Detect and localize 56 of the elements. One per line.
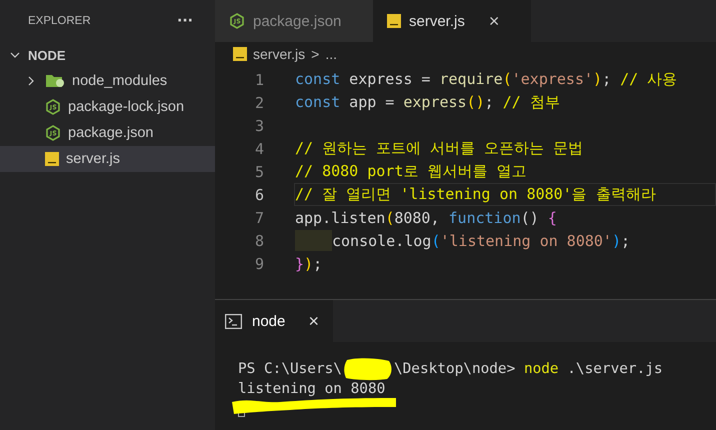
close-icon[interactable]: × [488, 10, 500, 32]
line-number: 2 [254, 94, 264, 112]
breadcrumb-item[interactable]: server.js [253, 46, 306, 62]
file-name: node_modules [72, 73, 168, 89]
code-line: app.listen(8080, function() { [295, 208, 557, 226]
line-number: 5 [254, 162, 264, 180]
chevron-icon [26, 76, 36, 86]
line-number: 8 [254, 232, 264, 250]
chevron-icon [10, 50, 20, 60]
terminal-tab[interactable]: node × [215, 300, 333, 342]
terminal-text: listening on 8080 [238, 381, 386, 397]
terminal-text: \Desktop\node> [394, 361, 516, 377]
node-hexagon-icon [45, 99, 61, 115]
editor-tab[interactable]: package.json [215, 0, 373, 42]
code-line: // 8080 port로 웹서버를 열고 [295, 162, 526, 181]
highlighter-scribble [342, 357, 393, 381]
code-line: // 잘 열리면 'listening on 8080'을 출력해라 [295, 185, 656, 204]
tab-label: node [252, 312, 286, 330]
breadcrumb-item[interactable]: ... [325, 46, 337, 62]
node-hexagon-icon [45, 125, 61, 141]
code-line: const express = require('express'); // 사용 [295, 70, 678, 89]
code-line: }); [295, 254, 322, 272]
terminal-text: .\server.js [566, 361, 663, 377]
line-number: 1 [254, 70, 264, 88]
file-name: server.js [66, 151, 120, 167]
node-hexagon-icon [229, 13, 245, 29]
line-number: 6 [254, 186, 264, 204]
code-line: const app = express(); // 첨부 [295, 93, 560, 112]
code-line: // 원하는 포트에 서버를 오픈하는 문법 [295, 139, 584, 158]
folder-header[interactable]: NODE [0, 42, 215, 68]
line-number: 4 [254, 140, 264, 158]
file-tree-item[interactable]: package-lock.json [0, 94, 215, 120]
file-name: package.json [68, 125, 154, 141]
terminal-icon [225, 314, 242, 328]
file-tree-item[interactable]: package.json [0, 120, 215, 146]
close-icon[interactable]: × [308, 310, 319, 332]
sidebar-title: EXPLORER [28, 15, 91, 27]
tab-label: package.json [253, 12, 342, 30]
line-number: 9 [254, 254, 264, 272]
code-line: console.log('listening on 8080'); [332, 232, 630, 250]
line-number: 7 [254, 208, 264, 226]
js-file-icon [233, 47, 247, 61]
js-file-icon [387, 14, 401, 28]
breadcrumb-separator: > [311, 46, 320, 62]
editor-tab[interactable]: server.js × [373, 0, 531, 42]
file-name: package-lock.json [68, 99, 184, 115]
folder-icon [45, 73, 65, 89]
more-actions-button[interactable]: ··· [177, 13, 193, 29]
file-tree-item[interactable]: node_modules [0, 68, 215, 94]
command-text: node [524, 361, 559, 377]
folder-name: NODE [28, 48, 66, 62]
tab-label: server.js [409, 12, 465, 30]
terminal-text: PS C:\Users\ [238, 361, 342, 377]
js-file-icon [45, 152, 59, 166]
line-number: 3 [254, 116, 264, 134]
file-tree-item[interactable]: server.js [0, 146, 215, 172]
